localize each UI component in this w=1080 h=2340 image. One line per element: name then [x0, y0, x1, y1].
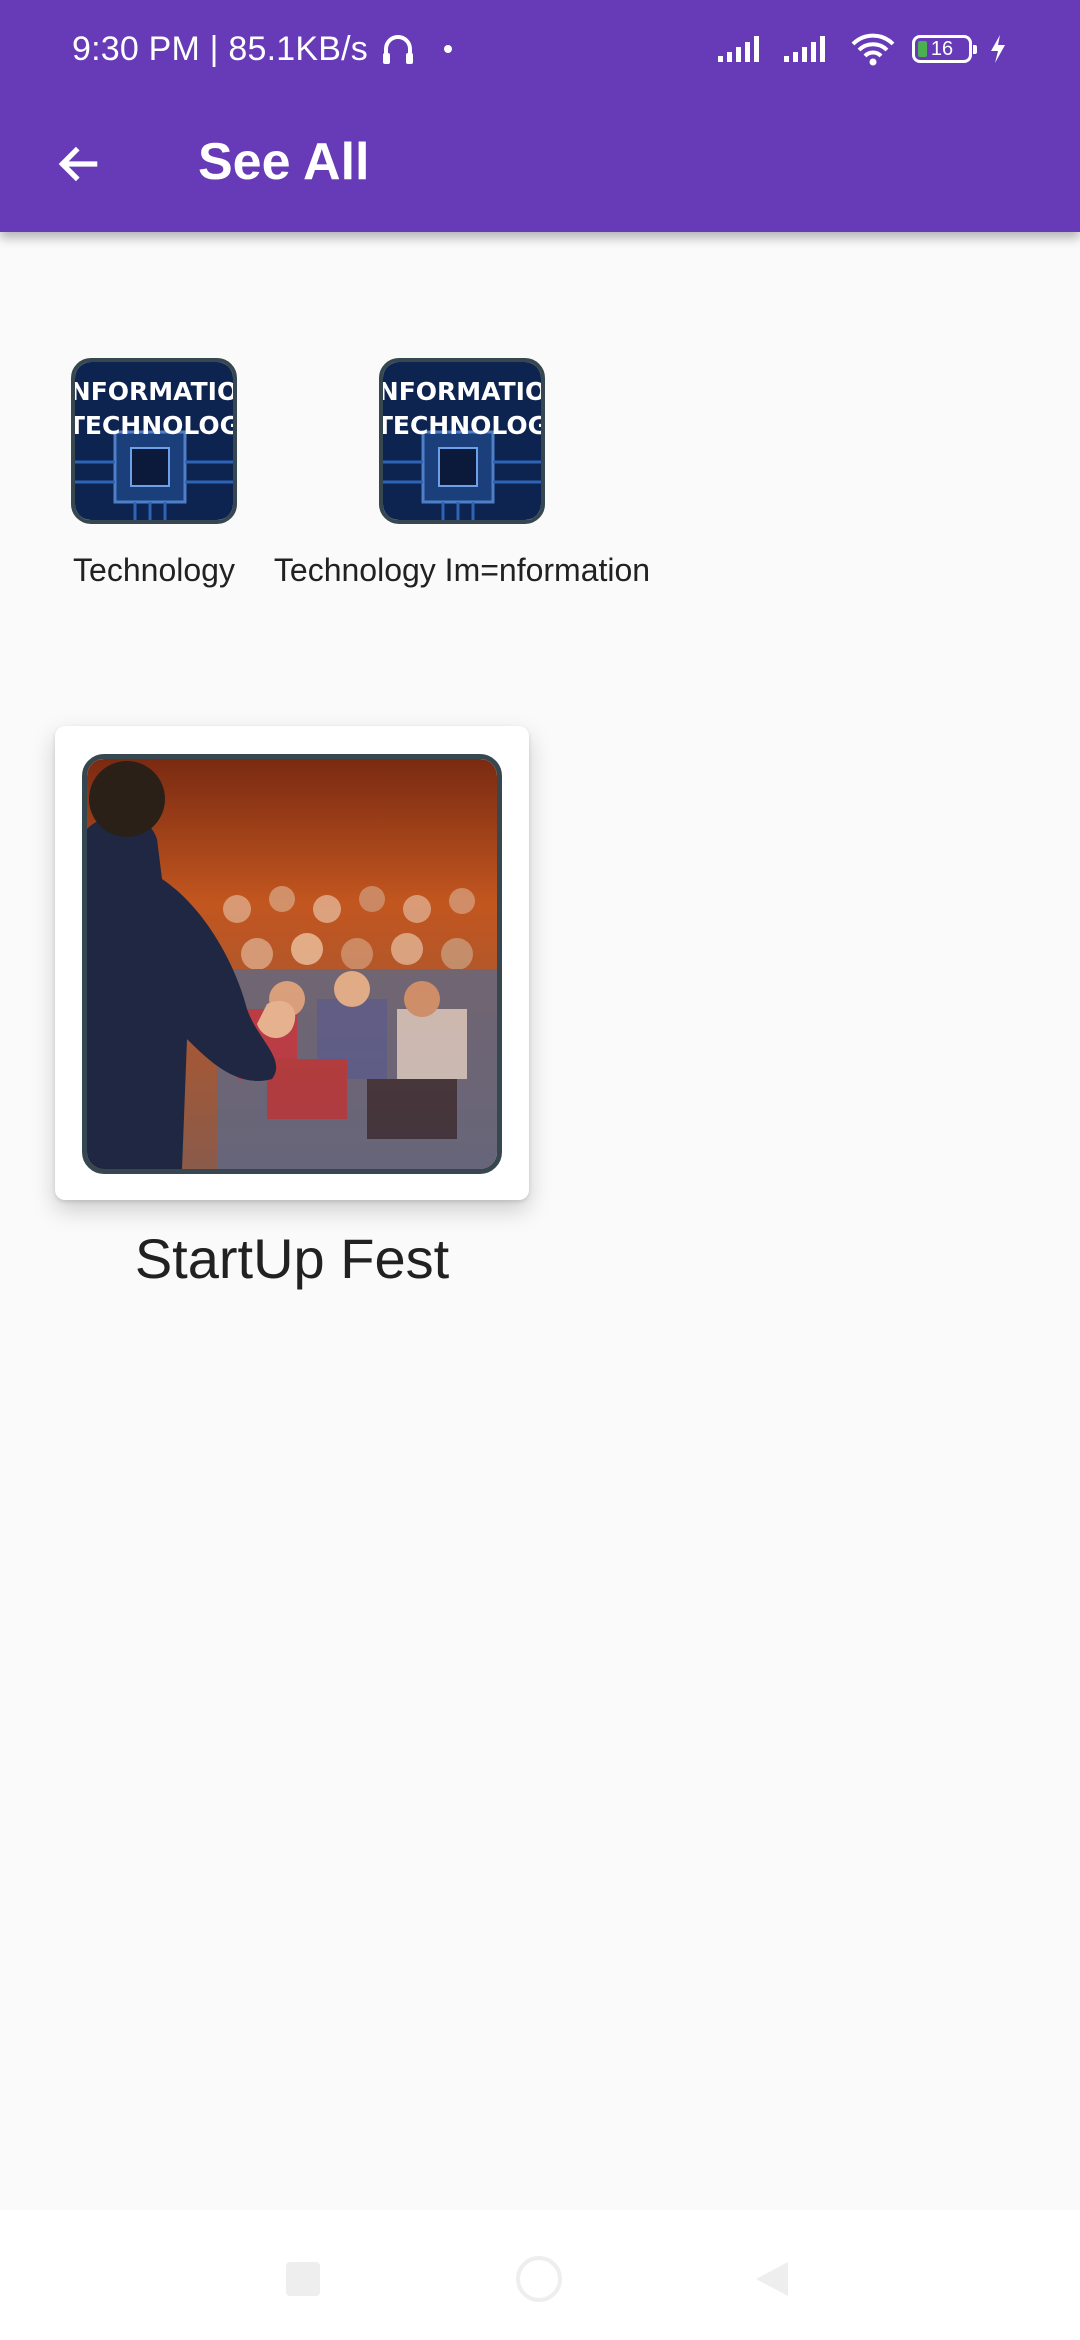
signal-icon	[718, 36, 759, 62]
home-button[interactable]	[516, 2256, 562, 2302]
event-title: StartUp Fest	[134, 1227, 450, 1290]
category-label: Technology	[73, 552, 235, 588]
conference-image	[87, 759, 497, 1169]
square-icon	[286, 2262, 320, 2296]
notification-dot-icon	[443, 45, 452, 53]
app-bar: 9:30 PM | 85.1KB/s 16 See All	[0, 0, 1080, 232]
status-time-speed: 9:30 PM | 85.1KB/s	[72, 29, 368, 68]
circle-icon	[516, 2256, 562, 2302]
battery-icon: 16	[912, 35, 977, 63]
category-thumbnail: NFORMATIO TECHNOLOG	[379, 358, 545, 524]
page-title: See All	[198, 133, 370, 191]
toolbar: See All	[0, 96, 1080, 232]
category-item-technology-information[interactable]: NFORMATIO TECHNOLOG Technology Im=nforma…	[274, 358, 650, 588]
category-thumbnail: NFORMATIO TECHNOLOG	[71, 358, 237, 524]
thumb-line-1: NFORMATIO	[75, 377, 233, 406]
event-card-startup-fest[interactable]	[55, 726, 529, 1200]
triangle-back-icon	[756, 2262, 788, 2296]
thumb-line-2: TECHNOLOG	[383, 411, 541, 440]
thumb-line-1: NFORMATIO	[383, 377, 541, 406]
status-right: 16	[718, 26, 1008, 72]
recents-button[interactable]	[286, 2262, 320, 2296]
system-navigation-bar	[0, 2210, 1080, 2340]
event-thumbnail	[82, 754, 502, 1174]
charging-icon	[991, 35, 1005, 63]
technology-image: NFORMATIO TECHNOLOG	[75, 362, 233, 520]
status-bar: 9:30 PM | 85.1KB/s 16	[0, 0, 1080, 96]
arrow-back-icon	[58, 146, 98, 182]
back-button[interactable]	[42, 128, 114, 200]
thumb-line-2: TECHNOLOG	[75, 411, 233, 440]
category-label: Technology Im=nformation	[273, 552, 651, 588]
battery-level: 16	[930, 37, 954, 60]
signal-icon	[784, 36, 825, 62]
status-left: 9:30 PM | 85.1KB/s	[72, 26, 452, 72]
headphones-icon	[382, 35, 413, 64]
nav-back-button[interactable]	[754, 2260, 790, 2303]
category-item-technology[interactable]: NFORMATIO TECHNOLOG Technology	[71, 358, 237, 588]
technology-image: NFORMATIO TECHNOLOG	[383, 362, 541, 520]
wifi-icon	[851, 33, 895, 66]
